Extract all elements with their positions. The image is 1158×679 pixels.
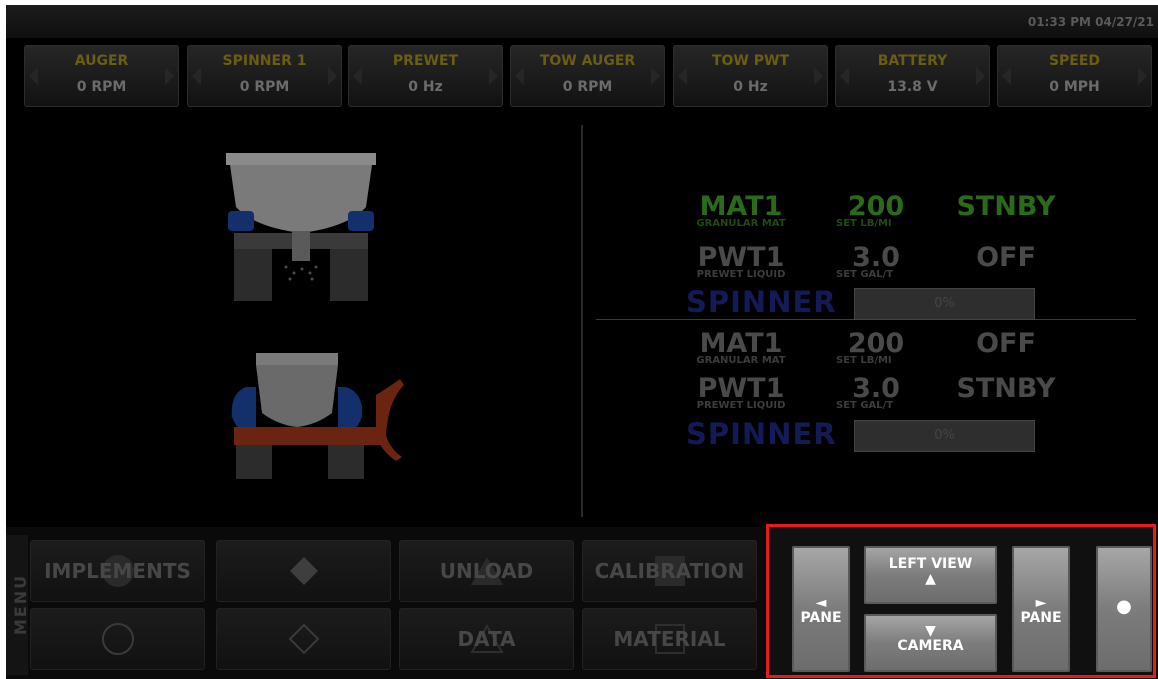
menu-label: MENU xyxy=(11,573,31,636)
material-status: OFF xyxy=(976,242,1036,273)
spinner-label: SPINNER xyxy=(686,285,837,319)
rate-unit: SET LB/MI xyxy=(836,355,892,366)
arrow-down-icon: ▼ xyxy=(925,623,936,639)
implements-button[interactable]: IMPLEMENTS xyxy=(30,540,205,602)
gauge-value: 13.8 V xyxy=(887,79,938,95)
status-bar: 01:33 PM 04/27/21 xyxy=(6,5,1158,38)
prewet-row[interactable]: PWT1 PREWET LIQUID 3.0 SET GAL/T STNBY xyxy=(666,373,1066,419)
gauge-auger[interactable]: AUGER 0 RPM xyxy=(24,45,179,107)
gauge-value: 0 RPM xyxy=(239,79,290,95)
diamond-filled-button[interactable] xyxy=(216,540,391,602)
truck-spreader-icon xyxy=(226,153,376,301)
diamond-outline-button[interactable] xyxy=(216,608,391,670)
gauge-label: TOW AUGER xyxy=(539,53,636,69)
material-button[interactable]: MATERIAL xyxy=(582,608,757,670)
gauge-value: 0 MPH xyxy=(1049,79,1100,95)
gauge-value: 0 RPM xyxy=(76,79,127,95)
material-row[interactable]: MAT1 GRANULAR MAT 200 SET LB/MI OFF xyxy=(666,328,1066,374)
rate-unit: SET GAL/T xyxy=(836,269,894,280)
view-control-panel: ◄ PANE LEFT VIEW ▲ ▼ CAMERA ► PANE ● xyxy=(766,524,1156,678)
material-status: STNBY xyxy=(956,191,1056,222)
circle-outline-icon xyxy=(101,623,134,655)
gauge-label: BATTERY xyxy=(877,53,948,69)
gauge-label: AUGER xyxy=(74,53,129,69)
circle-outline-button[interactable] xyxy=(30,608,205,670)
pane-divider xyxy=(581,125,583,517)
material-type: GRANULAR MAT xyxy=(696,218,786,229)
material-status: STNBY xyxy=(956,373,1056,404)
unload-button[interactable]: UNLOAD xyxy=(399,540,574,602)
gauge-spinner[interactable]: SPINNER 1 0 RPM xyxy=(187,45,342,107)
button-label: LEFT VIEW xyxy=(888,556,973,572)
button-label: PANE xyxy=(800,610,842,626)
material-type: PREWET LIQUID xyxy=(696,269,786,280)
gauge-label: PREWET xyxy=(392,53,459,69)
gauge-tow-pwt[interactable]: TOW PWT 0 Hz xyxy=(673,45,828,107)
gauge-value: 0 RPM xyxy=(562,79,613,95)
gauge-tow-auger[interactable]: TOW AUGER 0 RPM xyxy=(510,45,665,107)
pane-right-button[interactable]: ► PANE xyxy=(1011,545,1071,673)
spinner-row[interactable]: SPINNER 0% xyxy=(686,285,1086,321)
gauge-value: 0 Hz xyxy=(733,79,768,95)
display-screen: 01:33 PM 04/27/21 AUGER 0 RPM SPINNER 1 … xyxy=(6,5,1158,679)
pane-left-button[interactable]: ◄ PANE xyxy=(791,545,851,673)
prewet-row[interactable]: PWT1 PREWET LIQUID 3.0 SET GAL/T OFF xyxy=(666,242,1066,288)
gauge-prewet[interactable]: PREWET 0 Hz xyxy=(348,45,503,107)
menu-tab[interactable]: MENU xyxy=(6,535,31,675)
gauge-battery[interactable]: BATTERY 13.8 V xyxy=(835,45,990,107)
material-type: GRANULAR MAT xyxy=(696,355,786,366)
rate-unit: SET GAL/T xyxy=(836,400,894,411)
spinner-progress: 0% xyxy=(854,420,1035,452)
rate-unit: SET LB/MI xyxy=(836,218,892,229)
spinner-label: SPINNER xyxy=(686,417,837,451)
diamond-outline-icon xyxy=(288,623,319,655)
spinner-row[interactable]: SPINNER 0% xyxy=(686,417,1086,453)
data-button[interactable]: DATA xyxy=(399,608,574,670)
gauge-speed[interactable]: SPEED 0 MPH xyxy=(997,45,1152,107)
tow-spreader-icon xyxy=(231,353,404,479)
gauge-value: 0 Hz xyxy=(408,79,443,95)
camera-button[interactable]: ▼ CAMERA xyxy=(863,613,998,673)
material-type: PREWET LIQUID xyxy=(696,400,786,411)
arrow-left-icon: ◄ xyxy=(815,595,827,611)
gauge-label: SPEED xyxy=(1048,53,1101,69)
diamond-filled-icon xyxy=(289,557,318,585)
arrow-up-icon: ▲ xyxy=(925,571,936,587)
date-time: 01:33 PM 04/27/21 xyxy=(1027,15,1154,29)
spinner-progress: 0% xyxy=(854,288,1035,320)
material-status: OFF xyxy=(976,328,1036,359)
dot-icon: ● xyxy=(1116,596,1132,617)
gauge-label: TOW PWT xyxy=(711,53,790,69)
gauge-label: SPINNER 1 xyxy=(222,53,307,69)
material-row[interactable]: MAT1 GRANULAR MAT 200 SET LB/MI STNBY xyxy=(666,191,1066,237)
calibration-button[interactable]: CALIBRATION xyxy=(582,540,757,602)
arrow-right-icon: ► xyxy=(1035,595,1047,611)
select-button[interactable]: ● xyxy=(1095,545,1153,673)
button-label: PANE xyxy=(1020,610,1062,626)
left-view-button[interactable]: LEFT VIEW ▲ xyxy=(863,545,998,605)
button-label: CAMERA xyxy=(897,638,964,654)
